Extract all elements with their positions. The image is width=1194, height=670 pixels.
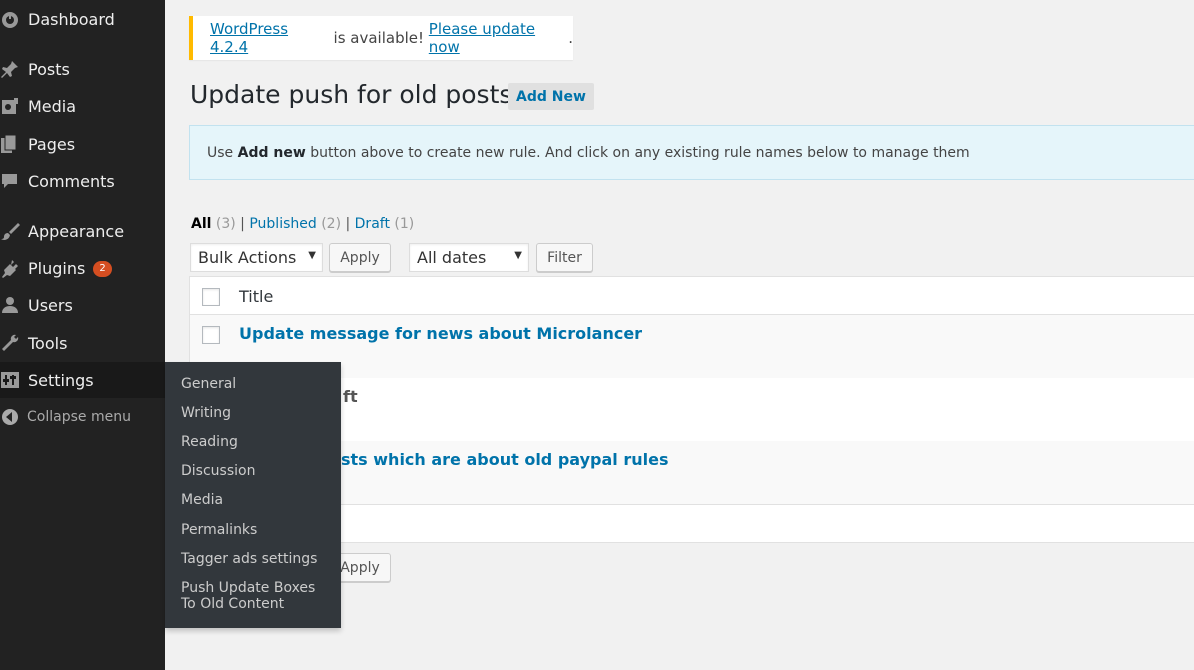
collapse-menu-button[interactable]: Collapse menu	[0, 399, 165, 435]
admin-sidebar: Dashboard Posts Media Pages Comments App…	[0, 0, 165, 670]
row-title-link[interactable]: Update message for news about Microlance…	[239, 324, 642, 343]
plugin-icon	[0, 258, 20, 278]
dropdown-arrow-icon: ▼	[308, 250, 316, 261]
sidebar-item-label: Tools	[28, 333, 68, 353]
sidebar-item-posts[interactable]: Posts	[0, 51, 165, 87]
sidebar-item-settings[interactable]: Settings	[0, 362, 165, 398]
sidebar-item-comments[interactable]: Comments	[0, 163, 165, 199]
sidebar-item-appearance[interactable]: Appearance	[0, 213, 165, 249]
bulk-actions-value: Bulk Actions	[198, 248, 297, 267]
pin-icon	[0, 59, 20, 79]
info-bold: Add new	[237, 144, 306, 161]
column-header-title[interactable]: Title	[239, 287, 273, 306]
filter-published-count: (2)	[316, 216, 342, 232]
row-checkbox[interactable]	[202, 326, 220, 344]
sidebar-item-label: Media	[28, 96, 77, 116]
update-now-link[interactable]: Please update now	[429, 20, 568, 56]
update-notice: WordPress 4.2.4 is available! Please upd…	[189, 16, 573, 60]
table-header-row: Title	[190, 277, 1194, 315]
collapse-arrow-icon	[0, 407, 20, 427]
add-new-button[interactable]: Add New	[508, 83, 594, 110]
paintbrush-icon	[0, 221, 20, 241]
filter-draft-count: (1)	[389, 216, 415, 232]
date-filter-select[interactable]: All dates ▼	[409, 243, 529, 272]
info-message: Use Add new button above to create new r…	[189, 125, 1194, 180]
filter-button[interactable]: Filter	[536, 243, 593, 272]
settings-icon	[0, 370, 20, 390]
sidebar-item-tools[interactable]: Tools	[0, 325, 165, 361]
sidebar-item-label: Settings	[28, 370, 94, 390]
filter-all-link[interactable]: All	[191, 216, 211, 232]
notice-end: .	[568, 29, 573, 47]
sidebar-item-users[interactable]: Users	[0, 287, 165, 323]
comment-icon	[0, 171, 20, 191]
sidebar-item-label: Comments	[28, 171, 115, 191]
sidebar-item-label: Posts	[28, 59, 70, 79]
submenu-item-media[interactable]: Media	[181, 492, 331, 508]
info-suffix: button above to create new rule. And cli…	[305, 144, 970, 161]
page-title: Update push for old posts	[190, 80, 513, 109]
sidebar-item-plugins[interactable]: Plugins 2	[0, 250, 165, 286]
date-filter-value: All dates	[417, 248, 487, 267]
status-filters: All (3) | Published (2) | Draft (1)	[191, 216, 414, 232]
dashboard-icon	[0, 9, 20, 29]
info-prefix: Use	[207, 144, 238, 161]
bulk-actions-select[interactable]: Bulk Actions ▼	[190, 243, 323, 272]
media-icon	[0, 96, 20, 116]
submenu-item-tagger-ads-settings[interactable]: Tagger ads settings	[181, 551, 331, 567]
sidebar-item-label: Users	[28, 295, 73, 315]
dropdown-arrow-icon: ▼	[514, 250, 522, 261]
sidebar-item-label: Pages	[28, 134, 76, 154]
notice-text: is available!	[328, 29, 429, 47]
row-title-link[interactable]: ft	[343, 387, 358, 406]
sidebar-item-pages[interactable]: Pages	[0, 126, 165, 162]
submenu-item-reading[interactable]: Reading	[181, 434, 331, 450]
filter-published-link[interactable]: Published	[249, 216, 316, 232]
submenu-item-permalinks[interactable]: Permalinks	[181, 522, 331, 538]
sidebar-item-dashboard[interactable]: Dashboard	[0, 1, 165, 37]
filter-draft-link[interactable]: Draft	[355, 216, 390, 232]
apply-button[interactable]: Apply	[329, 243, 391, 272]
select-all-checkbox[interactable]	[202, 288, 220, 306]
sidebar-item-label: Plugins 2	[28, 259, 112, 278]
wrench-icon	[0, 333, 20, 353]
sidebar-item-label: Dashboard	[28, 9, 115, 29]
pages-icon	[0, 134, 20, 154]
row-title-link[interactable]: sts which are about old paypal rules	[341, 450, 668, 469]
user-icon	[0, 295, 20, 315]
settings-flyout-submenu: General Writing Reading Discussion Media…	[165, 362, 341, 628]
sidebar-item-label: Appearance	[28, 221, 125, 241]
filter-all-count: (3)	[211, 216, 236, 232]
submenu-item-push-update-boxes[interactable]: Push Update Boxes To Old Content	[181, 580, 331, 612]
submenu-item-writing[interactable]: Writing	[181, 405, 331, 421]
sidebar-item-media[interactable]: Media	[0, 88, 165, 124]
plugin-update-badge: 2	[93, 261, 112, 277]
filter-separator: |	[235, 216, 250, 232]
filter-separator: |	[341, 216, 355, 232]
collapse-menu-label: Collapse menu	[27, 409, 131, 425]
submenu-item-discussion[interactable]: Discussion	[181, 463, 331, 479]
submenu-item-general[interactable]: General	[181, 376, 331, 392]
wordpress-version-link[interactable]: WordPress 4.2.4	[210, 20, 329, 56]
